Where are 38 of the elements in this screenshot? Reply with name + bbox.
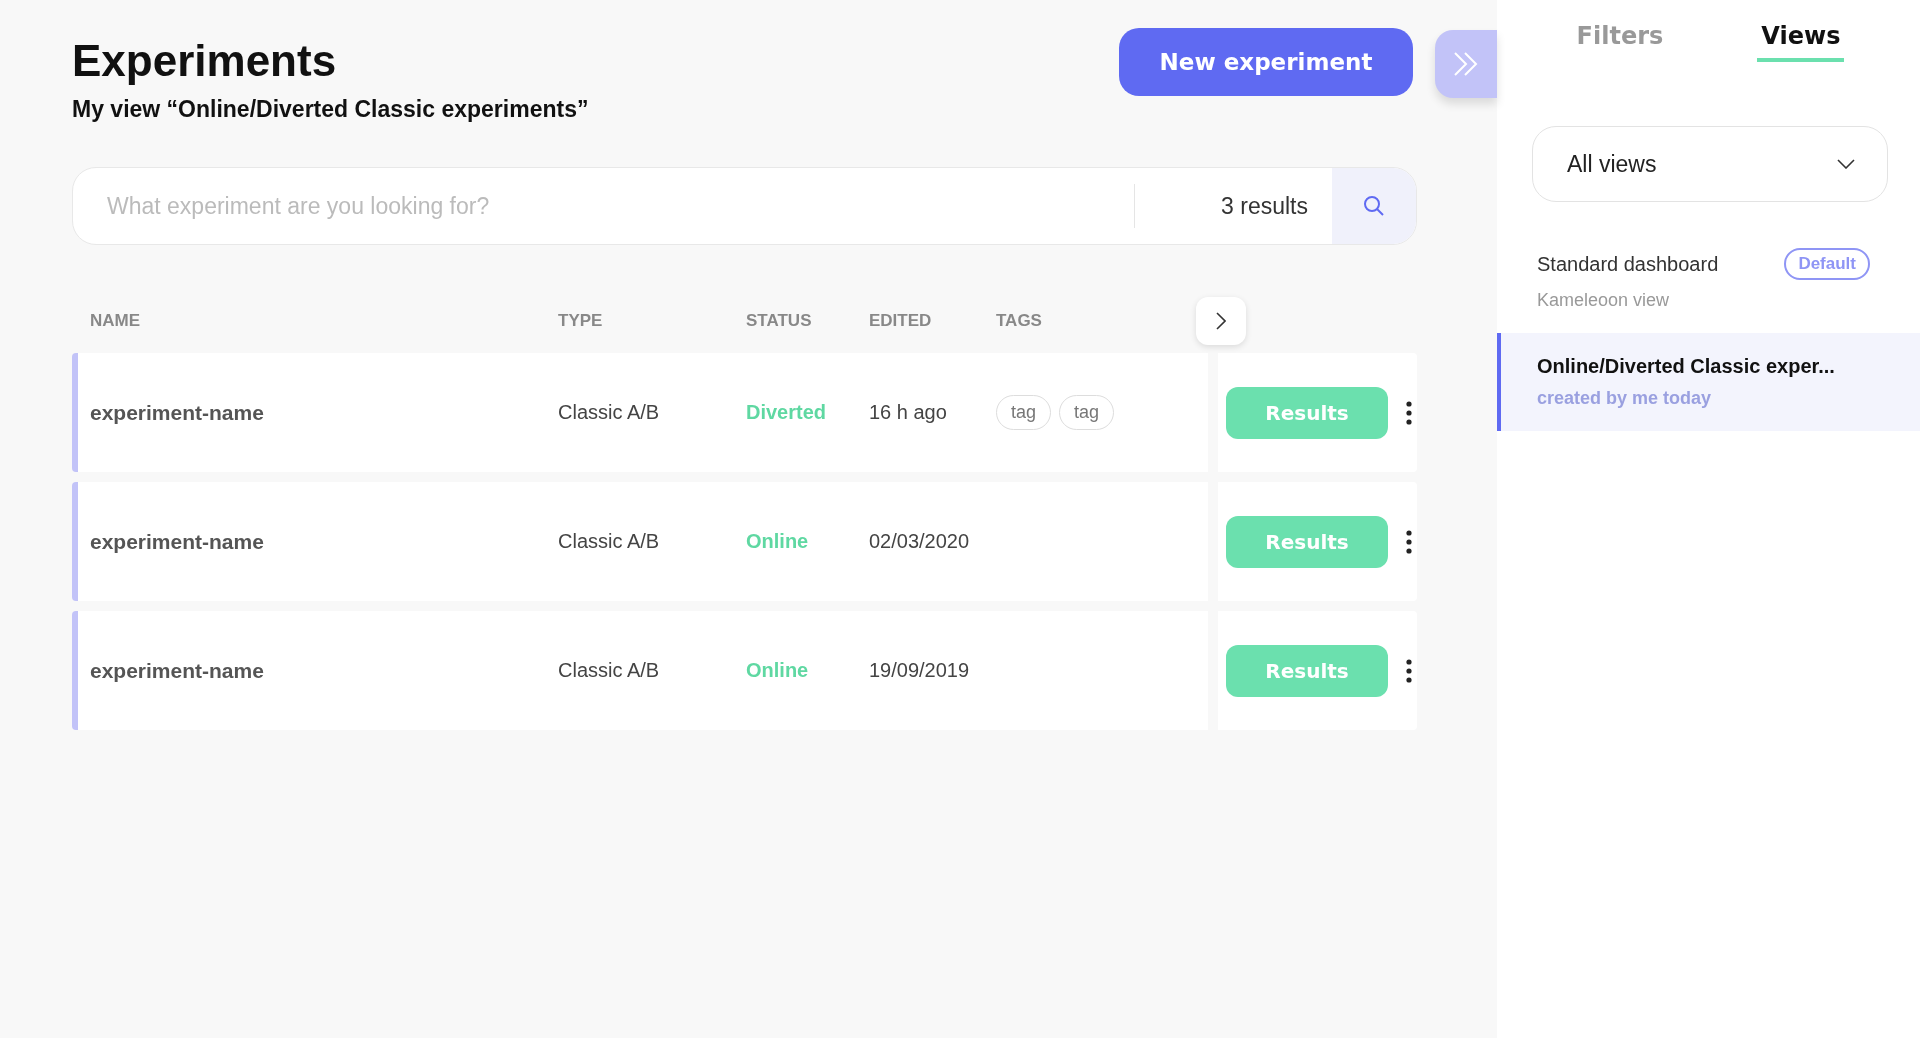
column-header: EDITED: [869, 311, 933, 331]
more-options-icon[interactable]: [1406, 529, 1412, 554]
edited-cell-text: 16 h ago: [869, 401, 948, 424]
status-cell-text: Diverted: [746, 401, 828, 424]
column-header: STATUS: [746, 311, 813, 331]
type-cell-text: Classic A/B: [558, 530, 661, 553]
type-cell-text: Classic A/B: [558, 659, 661, 682]
new-experiment-button[interactable]: New experiment: [1119, 28, 1413, 96]
edited-cell-text: 02/03/2020: [869, 530, 971, 553]
view-title: Standard dashboard: [1537, 252, 1719, 276]
search-field[interactable]: What experiment are you looking for?: [73, 192, 1135, 220]
page-title: Experiments: [72, 36, 338, 86]
status-cell-text: Online: [746, 530, 810, 553]
panel-tab[interactable]: Views: [1757, 22, 1845, 62]
view-item[interactable]: Online/Diverted Classic exper... created by me today: [1497, 333, 1920, 431]
type-cell-text: Classic A/B: [558, 401, 661, 424]
default-badge: Default: [1784, 248, 1870, 280]
edited-cell-text: 19/09/2019: [869, 659, 971, 682]
status-cell-text: Online: [746, 659, 810, 682]
more-options-icon[interactable]: [1406, 658, 1412, 683]
search-icon: [1363, 195, 1385, 217]
experiment-name[interactable]: experiment-name: [90, 658, 558, 683]
view-subtitle: My view “Online/Diverted Classic experiments”: [72, 96, 589, 123]
view-title: Online/Diverted Classic exper...: [1537, 355, 1835, 378]
column-header: TYPE: [558, 311, 604, 331]
column-header: TAGS: [996, 311, 1043, 331]
experiment-name[interactable]: experiment-name: [90, 529, 558, 554]
more-options-icon[interactable]: [1406, 400, 1412, 425]
view-subtitle: created by me today: [1537, 388, 1713, 409]
column-header: NAME: [90, 311, 142, 331]
chevron-right-icon: [1216, 312, 1226, 330]
chevron-down-icon: [1837, 159, 1855, 169]
double-chevron-icon: [1452, 51, 1480, 77]
view-item[interactable]: Standard dashboard Default Kameleoon view: [1497, 248, 1920, 333]
view-subtitle: Kameleoon view: [1537, 290, 1671, 311]
experiment-name[interactable]: experiment-name: [90, 400, 558, 425]
views-dropdown[interactable]: All views: [1532, 126, 1888, 202]
search-bar[interactable]: What experiment are you looking for? 3 results: [72, 167, 1417, 245]
